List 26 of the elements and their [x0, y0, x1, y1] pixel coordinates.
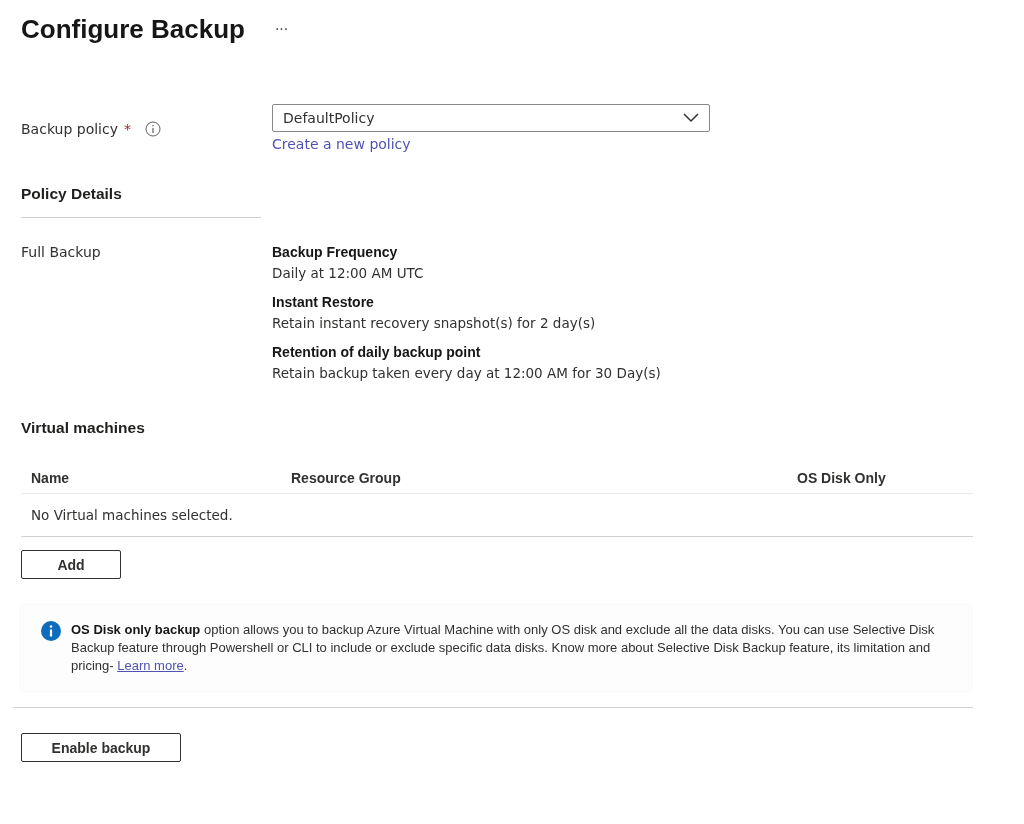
column-header: Resource Group: [291, 470, 402, 486]
required-mark: *: [124, 120, 131, 137]
chevron-down-icon: [683, 113, 699, 123]
field-label: Backup policy: [21, 120, 118, 137]
info-message: OS Disk only backup option allows you to backup Azure Virtual Machine with only OS disk and exclude all the data disks. You can use Selective Disk Backup feature through Powershell or CLI to include or exclude specific data disks. Know more about Selective Disk Backup feature, its limitation and pricing- Learn more.: [71, 621, 936, 675]
detail-title: Instant Restore: [272, 294, 375, 310]
section-heading: Virtual machines: [21, 419, 146, 437]
detail-title: Backup Frequency: [272, 244, 399, 260]
detail-text: Daily at 12:00 AM UTC: [272, 265, 425, 281]
info-icon: [145, 120, 161, 137]
empty-message: No Virtual machines selected.: [21, 494, 973, 537]
more-options[interactable]: ···: [274, 21, 289, 37]
add-button[interactable]: Add: [21, 550, 121, 579]
column-header: Name: [31, 470, 71, 486]
learn-more-link[interactable]: Learn more: [117, 658, 184, 673]
page-title: Configure Backup: [21, 13, 245, 45]
detail-text: Retain instant recovery snapshot(s) for 2 day(s): [272, 315, 597, 331]
detail-title: Retention of daily backup point: [272, 344, 482, 360]
enable-backup-button[interactable]: Enable backup: [21, 733, 181, 762]
create-policy-link[interactable]: Create a new policy: [272, 136, 411, 152]
section-heading: Policy Details: [21, 185, 123, 203]
detail-text: Retain backup taken every day at 12:00 AM for 30 Day(s): [272, 365, 661, 381]
backup-type-label: Full Backup: [21, 244, 101, 260]
info-icon: [41, 621, 61, 641]
column-header: OS Disk Only: [797, 470, 887, 486]
policy-dropdown[interactable]: DefaultPolicy: [272, 104, 710, 132]
